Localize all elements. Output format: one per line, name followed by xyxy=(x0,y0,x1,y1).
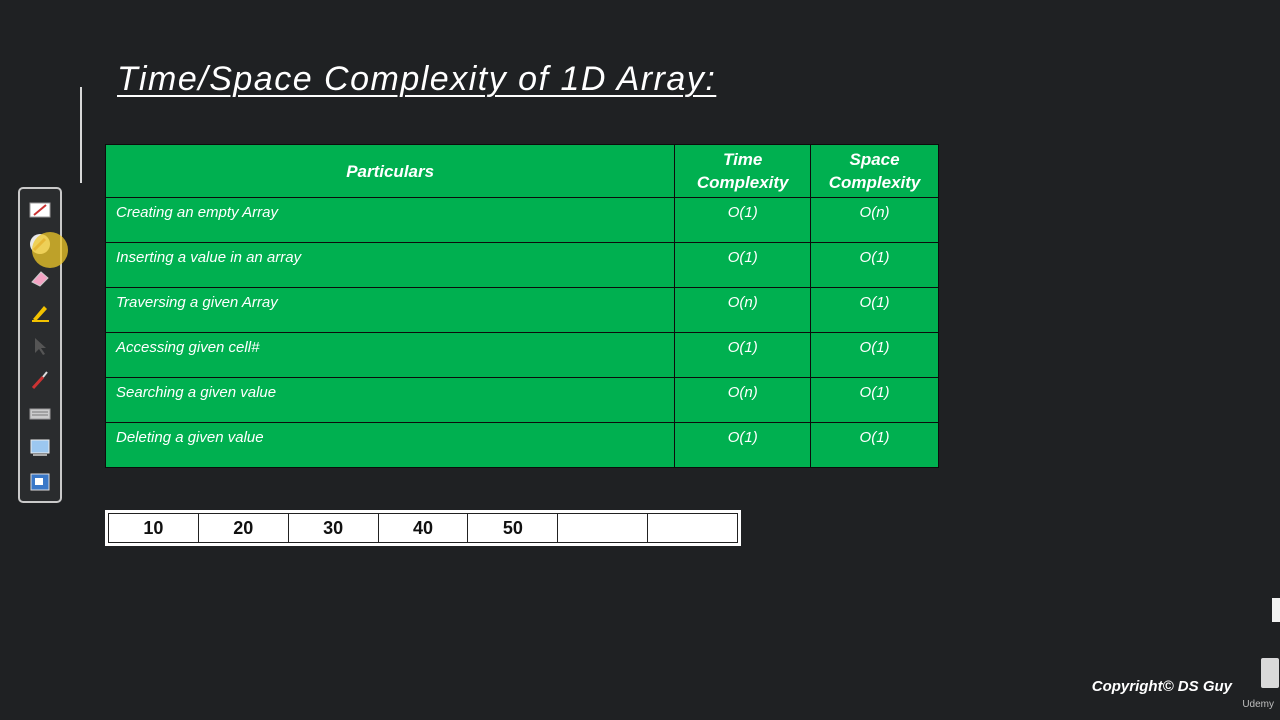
space-cell: O(1) xyxy=(810,377,939,423)
header-particulars: Particulars xyxy=(104,144,676,198)
eraser-icon[interactable] xyxy=(28,267,52,289)
brush-icon[interactable] xyxy=(28,369,52,391)
space-cell: O(1) xyxy=(810,422,939,468)
array-cell: 40 xyxy=(379,514,469,542)
screenshot-icon[interactable] xyxy=(28,471,52,493)
complexity-table: Particulars Time Complexity Space Comple… xyxy=(104,144,939,468)
table-row: Creating an empty Array O(1) O(n) xyxy=(104,197,939,243)
udemy-watermark: Udemy xyxy=(1242,699,1274,710)
particular-cell: Inserting a value in an array xyxy=(104,242,676,288)
table-row: Inserting a value in an array O(1) O(1) xyxy=(104,242,939,288)
table-header-row: Particulars Time Complexity Space Comple… xyxy=(104,144,939,198)
array-cell xyxy=(558,514,649,542)
table-row: Searching a given value O(n) O(1) xyxy=(104,377,939,423)
highlighter-icon[interactable] xyxy=(28,301,52,323)
keyboard-icon[interactable] xyxy=(28,403,52,425)
copyright-text: Copyright© DS Guy xyxy=(1091,678,1232,695)
time-cell: O(1) xyxy=(674,332,812,378)
array-cell: 30 xyxy=(289,514,379,542)
side-handle[interactable] xyxy=(1272,598,1280,622)
time-cell: O(n) xyxy=(674,287,812,333)
pointer-icon[interactable] xyxy=(28,335,52,357)
mini-toolbar-toggle[interactable] xyxy=(1261,658,1279,688)
header-time-complexity: Time Complexity xyxy=(674,144,812,198)
particular-cell: Searching a given value xyxy=(104,377,676,423)
array-diagram: 10 20 30 40 50 xyxy=(105,510,741,546)
time-cell: O(1) xyxy=(674,242,812,288)
time-cell: O(1) xyxy=(674,197,812,243)
time-cell: O(1) xyxy=(674,422,812,468)
table-row: Deleting a given value O(1) O(1) xyxy=(104,422,939,468)
cursor-highlight xyxy=(32,232,68,268)
header-space-complexity: Space Complexity xyxy=(810,144,939,198)
array-cell: 20 xyxy=(199,514,289,542)
table-row: Accessing given cell# O(1) O(1) xyxy=(104,332,939,378)
slide-title: Time/Space Complexity of 1D Array: xyxy=(117,60,717,98)
space-cell: O(1) xyxy=(810,287,939,333)
time-cell: O(n) xyxy=(674,377,812,423)
space-cell: O(n) xyxy=(810,197,939,243)
whiteboard-icon[interactable] xyxy=(28,437,52,459)
particular-cell: Deleting a given value xyxy=(104,422,676,468)
particular-cell: Traversing a given Array xyxy=(104,287,676,333)
divider-line xyxy=(80,87,82,183)
space-cell: O(1) xyxy=(810,332,939,378)
array-cell: 50 xyxy=(468,514,559,542)
screen-capture-icon[interactable] xyxy=(28,199,52,221)
particular-cell: Creating an empty Array xyxy=(104,197,676,243)
array-cell: 10 xyxy=(109,514,199,542)
array-cell xyxy=(648,514,737,542)
space-cell: O(1) xyxy=(810,242,939,288)
table-row: Traversing a given Array O(n) O(1) xyxy=(104,287,939,333)
particular-cell: Accessing given cell# xyxy=(104,332,676,378)
